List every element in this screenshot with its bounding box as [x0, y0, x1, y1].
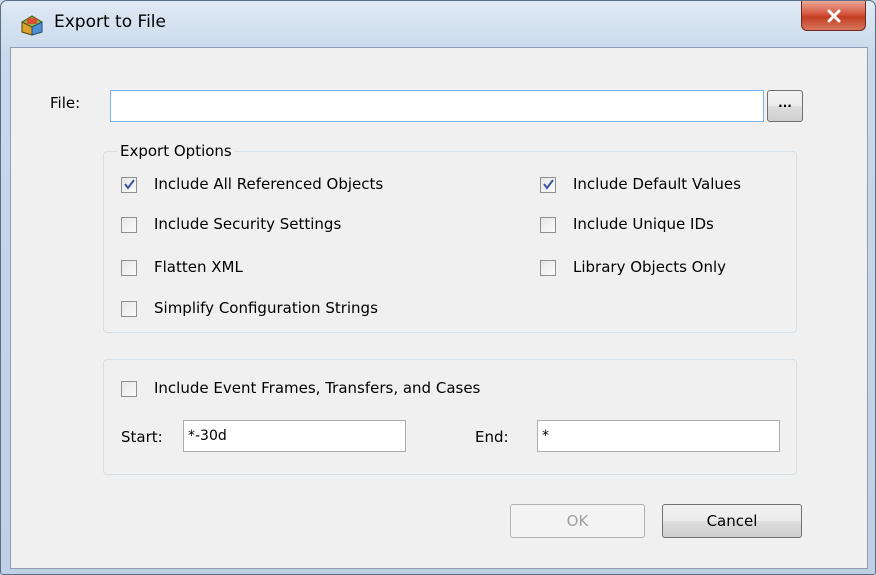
include-default-values-label[interactable]: Include Default Values — [573, 175, 741, 193]
include-all-referenced-objects-label[interactable]: Include All Referenced Objects — [154, 175, 383, 193]
file-label: File: — [50, 94, 81, 112]
simplify-configuration-strings-label[interactable]: Simplify Configuration Strings — [154, 299, 378, 317]
start-label: Start: — [121, 428, 163, 446]
checkmark-icon — [124, 179, 135, 190]
cancel-button[interactable]: Cancel — [662, 504, 802, 538]
close-button[interactable] — [801, 1, 866, 31]
end-label: End: — [475, 428, 509, 446]
export-options-title: Export Options — [117, 142, 235, 160]
library-objects-only-checkbox[interactable] — [540, 260, 556, 276]
include-all-referenced-objects-checkbox[interactable] — [121, 177, 137, 193]
simplify-configuration-strings-checkbox[interactable] — [121, 301, 137, 317]
checkmark-icon — [543, 179, 554, 190]
window-title: Export to File — [54, 12, 166, 32]
browse-button[interactable]: ... — [767, 90, 803, 122]
include-unique-ids-checkbox[interactable] — [540, 217, 556, 233]
start-time-input[interactable] — [183, 420, 406, 452]
app-icon — [21, 15, 43, 36]
file-path-input[interactable] — [110, 90, 764, 122]
flatten-xml-checkbox[interactable] — [121, 260, 137, 276]
browse-button-label: ... — [778, 96, 792, 110]
title-bar[interactable]: Export to File — [1, 1, 875, 47]
export-dialog: Export to File File: ... Export Options … — [0, 0, 876, 575]
event-frames-group — [103, 359, 797, 475]
library-objects-only-label[interactable]: Library Objects Only — [573, 258, 726, 276]
ok-button[interactable]: OK — [510, 504, 645, 538]
include-event-frames-checkbox[interactable] — [121, 381, 137, 397]
end-time-input[interactable] — [537, 420, 780, 452]
include-security-settings-label[interactable]: Include Security Settings — [154, 215, 341, 233]
include-default-values-checkbox[interactable] — [540, 177, 556, 193]
include-unique-ids-label[interactable]: Include Unique IDs — [573, 215, 714, 233]
include-security-settings-checkbox[interactable] — [121, 217, 137, 233]
close-icon — [827, 9, 840, 22]
flatten-xml-label[interactable]: Flatten XML — [154, 258, 243, 276]
include-event-frames-label[interactable]: Include Event Frames, Transfers, and Cas… — [154, 379, 480, 397]
